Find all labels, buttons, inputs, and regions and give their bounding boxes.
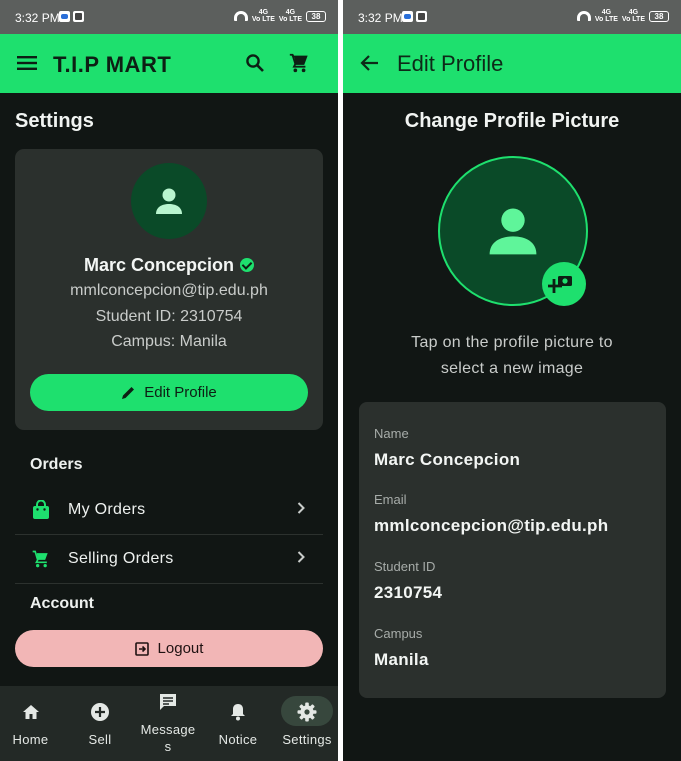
status-time: 3:32 PM — [358, 11, 403, 25]
network-2-label: Vo LTE — [621, 16, 645, 23]
network-1-type: 4G — [601, 9, 612, 16]
email-label: Email — [374, 492, 407, 507]
account-section-title: Account — [30, 595, 94, 612]
settings-title: Settings — [15, 110, 94, 132]
profile-info-card: Name Marc Concepcion Email mmlconcepcion… — [359, 402, 666, 698]
divider — [15, 583, 323, 584]
battery-icon: 38 — [649, 10, 669, 22]
network-2-label: Vo LTE — [278, 16, 302, 23]
tap-hint-text: Tap on the profile picture to select a n… — [411, 334, 613, 377]
nav-home[interactable]: Home — [0, 686, 61, 761]
profile-student-id: Student ID: 2310754 — [95, 308, 243, 325]
edit-profile-label: Edit Profile — [144, 384, 217, 401]
nav-sell[interactable]: Sell — [70, 686, 130, 761]
menu-icon[interactable] — [15, 51, 39, 75]
camera-badge-icon[interactable] — [542, 262, 586, 306]
status-bar: 3:32 PM 4G Vo LTE 4G Vo LTE 38 — [0, 0, 338, 34]
person-icon — [156, 188, 182, 214]
network-2-type: 4G — [285, 9, 296, 16]
cart-icon[interactable] — [287, 51, 311, 75]
status-notification-icons — [59, 11, 84, 22]
profile-name: Marc Concepcion — [83, 255, 235, 275]
bottom-navigation: Home Sell Message s Notice Settings — [0, 686, 338, 761]
message-icon — [158, 692, 178, 712]
wifi-icon — [233, 11, 248, 21]
network-indicator-2: 4G Vo LTE — [279, 9, 302, 23]
settings-screen: 3:32 PM 4G Vo LTE 4G Vo LTE 38 T.I.P MART — [0, 0, 338, 761]
network-indicator-1: 4G Vo LTE — [252, 9, 275, 23]
battery-icon: 38 — [306, 10, 326, 22]
gallery-notification-icon — [416, 11, 427, 22]
network-2-type: 4G — [628, 9, 639, 16]
person-icon — [489, 208, 537, 255]
orders-section-title: Orders — [30, 456, 83, 473]
change-picture-title: Change Profile Picture — [404, 110, 620, 132]
shopping-bag-icon — [30, 499, 52, 520]
student-id-value: 2310754 — [374, 583, 443, 602]
selling-orders-item[interactable]: Selling Orders — [15, 534, 323, 583]
back-arrow-icon[interactable] — [358, 51, 382, 75]
profile-name-row: Marc Concepcion — [15, 255, 323, 276]
verified-icon — [240, 258, 255, 272]
chevron-right-icon — [297, 550, 305, 568]
messenger-notification-icon — [59, 11, 70, 22]
pencil-icon — [122, 386, 135, 399]
my-orders-item[interactable]: My Orders — [15, 485, 323, 534]
campus-label: Campus — [374, 626, 423, 641]
nav-sell-label: Sell — [88, 732, 112, 747]
nav-notice[interactable]: Notice — [210, 686, 266, 761]
name-value: Marc Concepcion — [374, 450, 521, 469]
status-notification-icons — [402, 11, 427, 22]
cart-icon — [30, 549, 52, 569]
name-label: Name — [374, 426, 409, 441]
selling-orders-label: Selling Orders — [68, 549, 174, 567]
campus-value: Manila — [374, 650, 429, 669]
network-indicator-2: 4G Vo LTE — [622, 9, 645, 23]
search-icon[interactable] — [243, 51, 267, 75]
status-right-icons: 4G Vo LTE 4G Vo LTE 38 — [233, 9, 326, 23]
app-bar: Edit Profile — [343, 34, 681, 93]
avatar — [131, 163, 207, 239]
nav-notice-label: Notice — [218, 732, 258, 747]
profile-card: Marc Concepcion mmlconcepcion@tip.edu.ph… — [15, 149, 323, 430]
edit-profile-button[interactable]: Edit Profile — [30, 374, 308, 411]
nav-messages-label: Message s — [140, 722, 196, 754]
network-1-type: 4G — [258, 9, 269, 16]
tap-hint: Tap on the profile picture to select a n… — [343, 330, 681, 382]
nav-settings[interactable]: Settings — [276, 686, 338, 761]
gallery-notification-icon — [73, 11, 84, 22]
app-title: T.I.P MART — [53, 52, 172, 77]
add-circle-icon — [90, 702, 110, 722]
wifi-icon — [576, 11, 591, 21]
edit-profile-screen: 3:32 PM 4G Vo LTE 4G Vo LTE 38 Edit Profil… — [343, 0, 681, 761]
logout-button[interactable]: Logout — [15, 630, 323, 667]
messenger-notification-icon — [402, 11, 413, 22]
profile-email: mmlconcepcion@tip.edu.ph — [70, 282, 268, 299]
status-time: 3:32 PM — [15, 11, 60, 25]
home-icon — [22, 702, 40, 722]
network-1-label: Vo LTE — [594, 16, 618, 23]
logout-icon — [134, 641, 149, 656]
student-id-label: Student ID — [374, 559, 436, 574]
nav-home-label: Home — [12, 732, 49, 747]
screen-title: Edit Profile — [397, 51, 504, 76]
status-bar: 3:32 PM 4G Vo LTE 4G Vo LTE 38 — [343, 0, 681, 34]
my-orders-label: My Orders — [68, 500, 146, 518]
nav-messages[interactable]: Message s — [135, 686, 201, 761]
logout-label: Logout — [157, 640, 204, 657]
network-1-label: Vo LTE — [251, 16, 275, 23]
screenshot-root: 3:32 PM 4G Vo LTE 4G Vo LTE 38 T.I.P MART — [0, 0, 681, 761]
status-right-icons: 4G Vo LTE 4G Vo LTE 38 — [576, 9, 669, 23]
bell-icon — [230, 702, 246, 722]
nav-settings-label: Settings — [282, 732, 332, 747]
email-value: mmlconcepcion@tip.edu.ph — [374, 516, 609, 535]
chevron-right-icon — [297, 501, 305, 519]
gear-icon — [297, 702, 317, 722]
app-bar: T.I.P MART — [0, 34, 338, 93]
network-indicator-1: 4G Vo LTE — [595, 9, 618, 23]
profile-campus: Campus: Manila — [111, 333, 227, 350]
